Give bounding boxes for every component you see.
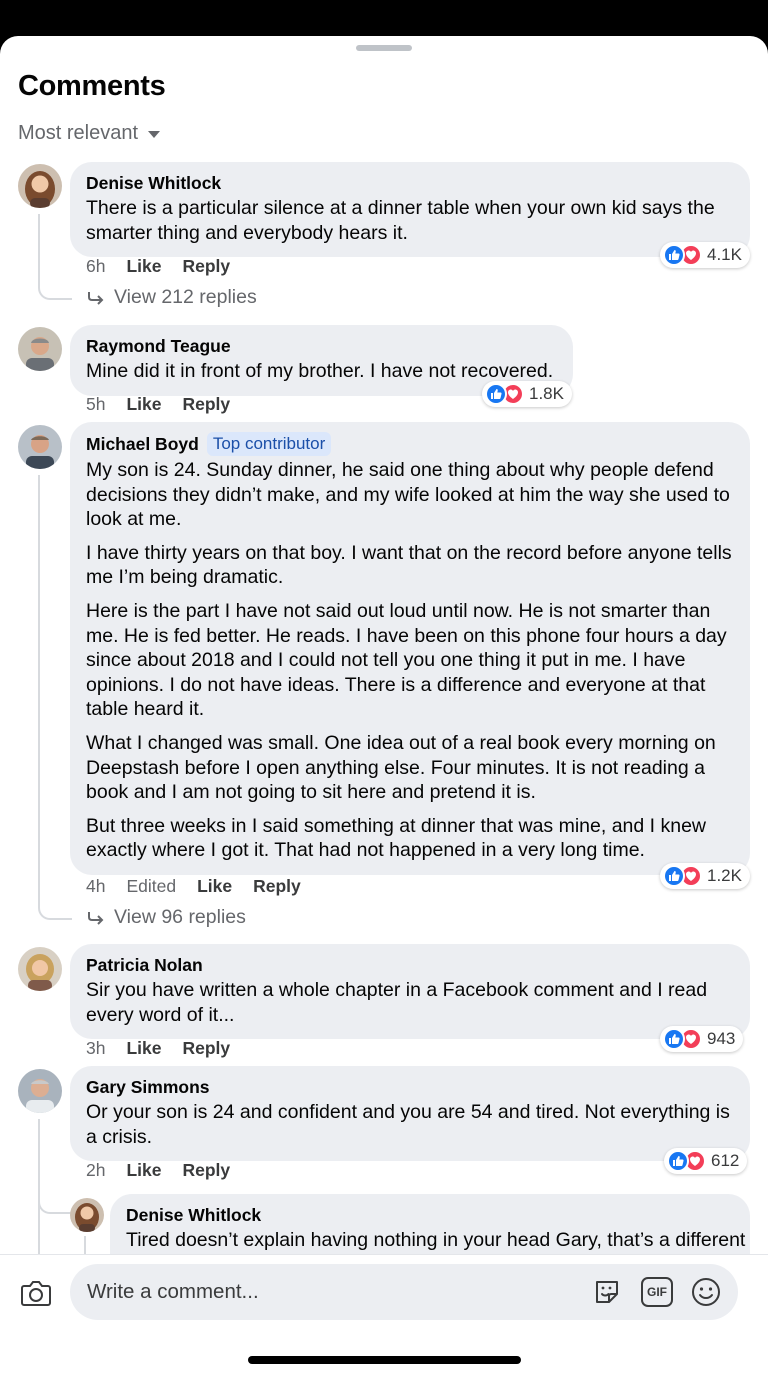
emoji-icon[interactable] — [690, 1276, 722, 1308]
comment-paragraph: But three weeks in I said something at d… — [86, 814, 707, 862]
comment-time: 2h — [86, 1160, 106, 1180]
reply-arrow-icon — [88, 911, 104, 925]
comment-paragraph: I have thirty years on that boy. I want … — [86, 541, 732, 589]
comment-author[interactable]: Gary Simmons — [86, 1076, 210, 1098]
comment-actions: 3h Like Reply — [86, 1038, 251, 1059]
home-indicator[interactable] — [248, 1356, 521, 1364]
comment-author[interactable]: Denise Whitlock — [86, 172, 221, 194]
thread-line — [38, 475, 72, 920]
reply-arrow-icon — [88, 291, 104, 305]
comment-text: Mine did it in front of my brother. I ha… — [86, 360, 554, 382]
like-reaction-icon — [663, 244, 685, 266]
comment-time: 6h — [86, 256, 106, 276]
comment-text: There is a particular silence at a dinne… — [86, 197, 715, 244]
reaction-summary[interactable]: 4.1K — [660, 242, 750, 268]
top-contributor-badge: Top contributor — [206, 432, 332, 456]
gif-label: GIF — [647, 1285, 667, 1299]
reaction-count: 1.2K — [707, 866, 742, 885]
like-button[interactable]: Like — [197, 876, 232, 897]
avatar[interactable] — [18, 164, 62, 208]
comment-bubble[interactable]: Gary Simmons Or your son is 24 and confi… — [70, 1066, 750, 1162]
avatar[interactable] — [70, 1198, 104, 1232]
comment-time: 5h — [86, 394, 106, 414]
reply-button[interactable]: Reply — [183, 256, 231, 277]
like-button[interactable]: Like — [126, 256, 161, 277]
sticker-icon[interactable] — [591, 1276, 623, 1308]
like-reaction-icon — [485, 383, 507, 405]
reaction-summary[interactable]: 1.8K — [482, 381, 572, 407]
comment-input-placeholder: Write a comment... — [87, 1280, 259, 1303]
reply-button[interactable]: Reply — [253, 876, 301, 897]
chevron-down-icon — [148, 131, 161, 138]
comment-paragraph: Here is the part I have not said out lou… — [86, 599, 727, 721]
comment-paragraph: What I changed was small. One idea out o… — [86, 731, 716, 804]
comment-actions: 2h Like Reply — [86, 1160, 251, 1181]
comment-author[interactable]: Raymond Teague — [86, 335, 231, 357]
comment-text: Sir you have written a whole chapter in … — [86, 979, 708, 1026]
comment-bubble[interactable]: Michael Boyd Top contributor My son is 2… — [70, 422, 750, 875]
sheet-grabber[interactable] — [356, 45, 412, 51]
view-replies-label: View 212 replies — [114, 286, 257, 308]
like-button[interactable]: Like — [126, 1160, 161, 1181]
sort-label: Most relevant — [18, 122, 139, 144]
thread-line — [38, 214, 72, 300]
like-button[interactable]: Like — [126, 394, 161, 415]
like-reaction-icon — [663, 865, 685, 887]
comment-bubble[interactable]: Denise Whitlock There is a particular si… — [70, 162, 750, 258]
reply-button[interactable]: Reply — [183, 1160, 231, 1181]
comment-paragraph: My son is 24. Sunday dinner, he said one… — [86, 459, 730, 531]
reply-text: Tired doesn’t explain having nothing in … — [126, 1229, 746, 1251]
thread-line — [84, 1236, 86, 1254]
page-title: Comments — [18, 70, 166, 102]
like-button[interactable]: Like — [126, 1038, 161, 1059]
reply-button[interactable]: Reply — [183, 394, 231, 415]
comment-text: Or your son is 24 and confident and you … — [86, 1101, 730, 1148]
reaction-count: 612 — [711, 1151, 740, 1170]
comments-sheet: Comments Most relevant Denise Whitlock T… — [0, 36, 768, 1376]
reaction-count: 4.1K — [707, 245, 742, 264]
avatar[interactable] — [18, 425, 62, 469]
comment-author[interactable]: Patricia Nolan — [86, 954, 203, 976]
like-reaction-icon — [663, 1028, 685, 1050]
gif-button[interactable]: GIF — [641, 1277, 673, 1307]
reaction-summary[interactable]: 943 — [660, 1026, 744, 1052]
reply-author[interactable]: Denise Whitlock — [126, 1204, 261, 1226]
comment-actions: 4h Edited Like Reply — [86, 876, 322, 897]
avatar[interactable] — [18, 327, 62, 371]
avatar[interactable] — [18, 1069, 62, 1113]
reply-connector-line — [38, 1186, 72, 1214]
view-replies-button[interactable]: View 96 replies — [86, 906, 246, 929]
reply-button[interactable]: Reply — [183, 1038, 231, 1059]
comment-input[interactable]: Write a comment... GIF — [70, 1264, 738, 1320]
comment-actions: 5h Like Reply — [86, 394, 251, 415]
like-reaction-icon — [667, 1150, 689, 1172]
reaction-count: 1.8K — [529, 384, 564, 403]
comment-actions: 6h Like Reply — [86, 256, 251, 277]
reaction-summary[interactable]: 1.2K — [660, 863, 750, 889]
camera-icon[interactable] — [18, 1275, 54, 1311]
comment-time: 3h — [86, 1038, 106, 1058]
edited-label: Edited — [126, 876, 177, 896]
view-replies-label: View 96 replies — [114, 906, 246, 928]
comment-time: 4h — [86, 876, 106, 896]
comment-bubble[interactable]: Patricia Nolan Sir you have written a wh… — [70, 944, 750, 1040]
comment-author[interactable]: Michael Boyd — [86, 433, 199, 455]
reaction-summary[interactable]: 612 — [664, 1148, 748, 1174]
reaction-count: 943 — [707, 1029, 736, 1048]
comment-text: My son is 24. Sunday dinner, he said one… — [86, 458, 734, 863]
avatar[interactable] — [18, 947, 62, 991]
view-replies-button[interactable]: View 212 replies — [86, 286, 257, 309]
sort-dropdown[interactable]: Most relevant — [18, 122, 161, 145]
